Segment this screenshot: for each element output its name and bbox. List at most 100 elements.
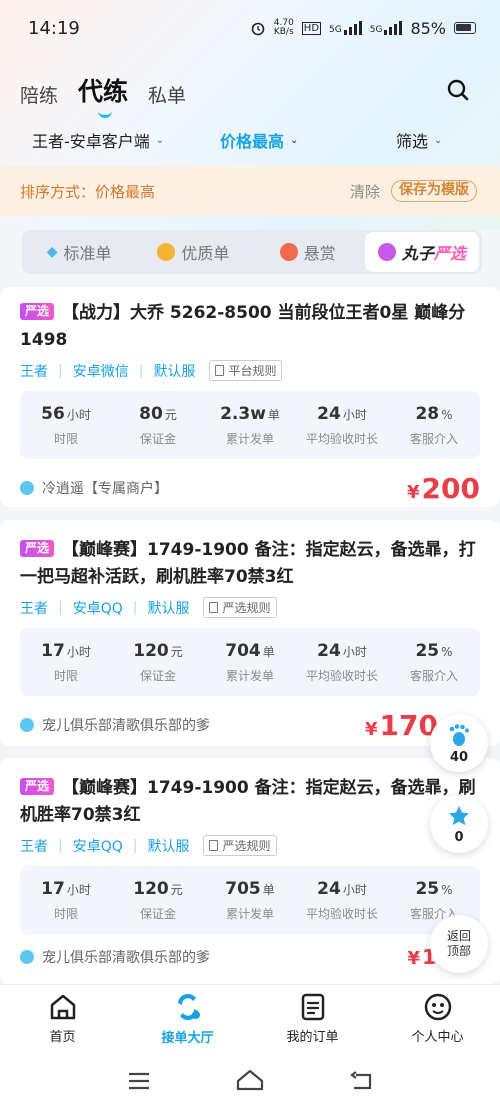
wanzi-icon (377, 243, 396, 261)
screen-filter[interactable]: 筛选 ⌄ (396, 128, 442, 152)
save-template-button[interactable]: 保存为模版 (391, 180, 477, 202)
order-hall-icon (177, 993, 200, 1021)
rule-tag[interactable]: 严选规则 (203, 835, 277, 856)
order-footer: 宠儿俱乐部清歌俱乐部的爹 ¥1 (20, 940, 480, 974)
stat-avg-acceptance: 24 小时 平均验收时长 (305, 878, 378, 921)
stat-time-limit: 17 小时 时限 (41, 640, 91, 683)
chevron-down-icon: ⌄ (290, 134, 299, 146)
document-icon (301, 993, 324, 1021)
back-icon[interactable] (350, 1071, 374, 1091)
search-icon[interactable] (446, 78, 470, 102)
quality-icon (157, 243, 176, 261)
footprint-button[interactable]: 40 (430, 714, 488, 772)
nav-home[interactable]: 首页 (0, 985, 125, 1052)
menu-icon[interactable] (128, 1072, 150, 1090)
order-title: 严选 【战力】大乔 5262-8500 当前段位王者0星 巅峰分1498 (20, 303, 466, 350)
bottom-nav: 首页 接单大厅 我的订单 个人中心 (0, 984, 500, 1052)
status-icons: 4.70 KB/s HD 5G 5G 85% (250, 19, 476, 38)
battery-percent: 85% (410, 18, 446, 38)
diamond-icon: ◆ (46, 244, 58, 260)
nav-order-hall[interactable]: 接单大厅 (125, 985, 250, 1052)
tab-peilian[interactable]: 陪练 (20, 81, 58, 108)
order-title: 严选 【巅峰赛】1749-1900 备注：指定赵云，备选暃，刷机胜率70禁3红 (20, 778, 476, 825)
stat-total-orders: 704 单累计发单 (225, 640, 275, 683)
merchant-avatar (20, 481, 34, 495)
chevron-down-icon: ⌄ (155, 134, 165, 146)
document-icon (209, 602, 219, 613)
nav-my-orders[interactable]: 我的订单 (250, 985, 375, 1052)
star-icon (449, 805, 469, 825)
stat-deposit: 80 元保证金 (139, 403, 177, 446)
home-nav-icon[interactable] (236, 1069, 264, 1091)
rule-tag[interactable]: 平台规则 (209, 360, 283, 381)
stat-time-limit: 56 小时 时限 (41, 403, 91, 446)
order-card[interactable]: 严选 【战力】大乔 5262-8500 当前段位王者0星 巅峰分1498 王者 | … (0, 287, 500, 507)
order-price: ¥200 (407, 471, 480, 505)
tab-sidan[interactable]: 私单 (148, 81, 186, 108)
order-price: ¥170 (365, 708, 438, 742)
favorite-count: 0 (454, 829, 464, 845)
merchant: 宠儿俱乐部清歌俱乐部的爹 (20, 947, 210, 967)
tab-dailian[interactable]: 代练 (78, 72, 128, 118)
hd-icon: HD (301, 21, 322, 35)
order-card[interactable]: 严选 【巅峰赛】1749-1900 备注：指定赵云，备选暃，刷机胜率70禁3红 王… (0, 758, 500, 984)
merchant: 宠儿俱乐部清歌俱乐部的爹 (20, 715, 210, 735)
order-meta: 王者 | 安卓QQ | 默认服 严选规则 (20, 597, 480, 618)
user-face-icon (424, 993, 451, 1021)
stat-avg-acceptance: 24 小时 平均验收时长 (305, 640, 378, 683)
merchant-avatar (20, 950, 34, 964)
order-type-tabs: ◆ 标准单 优质单 悬赏 丸子严选 (22, 230, 482, 274)
sort-bar: 排序方式：价格最高 清除 保存为模版 (0, 166, 500, 216)
reward-icon (279, 243, 298, 261)
signal-5g-icon-2: 5G (370, 21, 403, 35)
stat-time-limit: 17 小时 时限 (41, 878, 91, 921)
order-stats: 17 小时 时限 120 元保证金 704 单累计发单 24 小时 平均验收时长 25% 客服… (20, 628, 480, 696)
stat-total-orders: 2.3w 单累计发单 (220, 403, 280, 446)
status-bar: 14:19 4.70 KB/s HD 5G 5G 85% (0, 0, 500, 56)
back-to-top-button[interactable]: 返回顶部 (430, 915, 488, 973)
tab-quality[interactable]: 优质单 (136, 232, 250, 272)
order-card[interactable]: 严选 【巅峰赛】1749-1900 备注：指定赵云，备选暃，打一把马超补活跃，刷机… (0, 520, 500, 746)
document-icon (209, 840, 219, 851)
order-meta: 王者 | 安卓微信 | 默认服 平台规则 (20, 360, 480, 381)
tab-reward[interactable]: 悬赏 (251, 232, 365, 272)
clear-button[interactable]: 清除 (350, 181, 380, 202)
header-tabs: 陪练 代练 私单 (20, 72, 186, 118)
order-stats: 56 小时 时限 80 元保证金 2.3w 单累计发单 24 小时 平均验收时长 28% 客服… (20, 391, 480, 459)
favorite-button[interactable]: 0 (430, 795, 488, 853)
stat-deposit: 120 元保证金 (133, 640, 183, 683)
back-to-top-label: 返回顶部 (446, 929, 471, 958)
tab-standard[interactable]: ◆ 标准单 (22, 232, 136, 272)
order-footer: 宠儿俱乐部清歌俱乐部的爹 ¥170 (20, 708, 480, 742)
stat-total-orders: 705 单累计发单 (225, 878, 275, 921)
battery-icon (454, 22, 476, 34)
order-footer: 冷逍遥【专属商户】 ¥200 (20, 471, 480, 505)
tab-wanzi-select[interactable]: 丸子严选 (364, 232, 479, 272)
status-time: 14:19 (28, 17, 80, 39)
platform-filter[interactable]: 王者-安卓客户端 ⌄ (32, 128, 164, 152)
stat-avg-acceptance: 24 小时 平均验收时长 (305, 403, 378, 446)
net-speed: 4.70 KB/s (273, 18, 294, 37)
select-badge: 严选 (20, 303, 55, 320)
order-stats: 17 小时 时限 120 元保证金 705 单累计发单 24 小时 平均验收时长 25% 客服… (20, 866, 480, 934)
select-badge: 严选 (20, 540, 55, 557)
merchant: 冷逍遥【专属商户】 (20, 478, 168, 498)
order-title: 严选 【巅峰赛】1749-1900 备注：指定赵云，备选暃，打一把马超补活跃，刷机… (20, 540, 476, 587)
footprint-icon (449, 723, 470, 746)
merchant-avatar (20, 718, 34, 732)
footprint-count: 40 (449, 749, 469, 765)
stat-support: 28% 客服介入 (409, 403, 458, 446)
home-icon (50, 994, 75, 1020)
system-nav-bar (0, 1052, 500, 1097)
document-icon (215, 365, 225, 376)
sort-label: 排序方式：价格最高 (20, 182, 156, 201)
signal-5g-icon: 5G (329, 21, 362, 35)
rule-tag[interactable]: 严选规则 (203, 597, 277, 618)
alarm-icon (251, 22, 265, 36)
stat-deposit: 120 元保证金 (133, 878, 183, 921)
select-badge: 严选 (20, 778, 55, 795)
sort-filter[interactable]: 价格最高 ⌄ (220, 128, 298, 152)
order-meta: 王者 | 安卓QQ | 默认服 严选规则 (20, 835, 480, 856)
nav-profile[interactable]: 个人中心 (375, 985, 500, 1052)
stat-support: 25% 客服介入 (409, 640, 458, 683)
